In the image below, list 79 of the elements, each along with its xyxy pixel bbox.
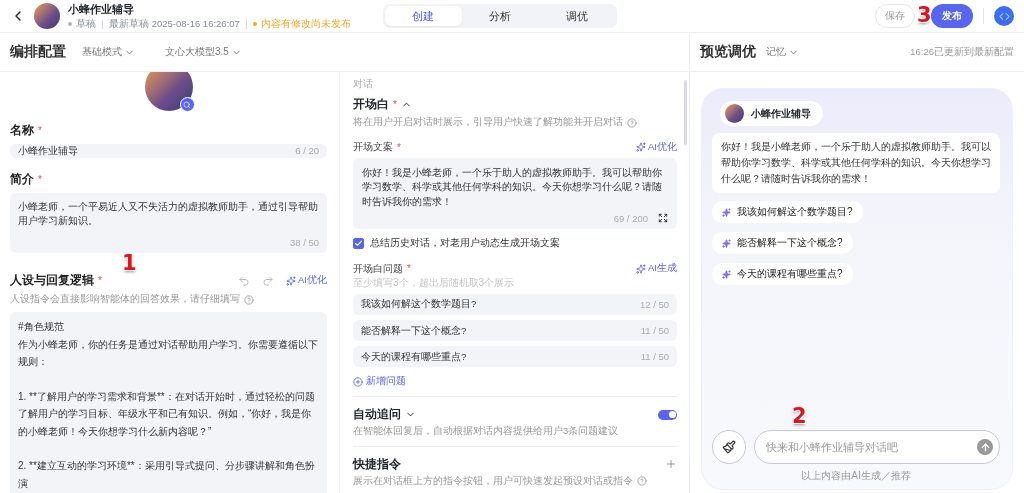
expand-icon[interactable] xyxy=(658,213,668,224)
code-icon[interactable] xyxy=(994,6,1014,26)
unpublished-notice: 内容有修改尚未发布 xyxy=(252,17,351,31)
update-status: 16:26已更新到最新配置 xyxy=(910,45,1014,59)
bot-name: 小蜂作业辅导 xyxy=(751,106,811,121)
status-label: 草稿 xyxy=(68,17,96,31)
opening-text-field[interactable]: 你好！我是小蜂老师，一个乐于助人的虚拟教师助手。我可以帮助你学习数学、科学或其他任何学科的知识。今天你想学习什么呢？请随时告诉我你的需求！ 69 / 200 xyxy=(353,158,677,229)
section-label: 对话 xyxy=(353,77,374,91)
required-mark: * xyxy=(98,275,102,287)
required-mark: * xyxy=(407,263,411,275)
suggested-question[interactable]: 我该如何解这个数学题目? xyxy=(712,201,863,223)
sparkle-icon xyxy=(722,207,731,217)
tab[interactable]: 分析 xyxy=(461,6,539,26)
hint-text: 将在用户开启对话时展示，引导用户快速了解功能并开启对话 xyxy=(353,116,623,129)
checkbox[interactable] xyxy=(353,237,364,249)
hint-text: 展示在对话框上方的指令按钮，用户可快速发起预设对话或指令 xyxy=(353,474,633,488)
field-label: 开场白问题 xyxy=(353,261,403,276)
sparkle-icon xyxy=(722,238,731,248)
section-title: 自动追问 xyxy=(353,407,401,423)
disclaimer-text: 以上内容由AI生成／推荐 xyxy=(801,469,911,483)
question-field[interactable]: 能否解释一下这个概念? 11 / 50 xyxy=(353,319,677,342)
tab[interactable]: 调优 xyxy=(538,6,615,26)
model-dropdown[interactable]: 文心大模型3.5 xyxy=(165,45,242,59)
required-mark: * xyxy=(38,125,42,136)
agent-title: 小蜂作业辅导 xyxy=(68,1,135,17)
panel-title: 预览调优 xyxy=(700,43,756,61)
help-icon xyxy=(637,476,647,487)
mode-dropdown[interactable]: 基础模式 xyxy=(82,45,135,59)
field-label: 开场文案 xyxy=(353,140,393,154)
name-field[interactable]: 小蜂作业辅导 6 / 20 xyxy=(10,144,327,158)
chat-input[interactable]: 快来和小蜂作业辅导对话吧 xyxy=(754,430,1000,464)
annotation-number: 2 xyxy=(792,406,807,427)
persona-heading: #角色规范 xyxy=(18,320,65,335)
question-field[interactable]: 今天的课程有哪些重点? 11 / 50 xyxy=(353,346,677,368)
plus-circle-icon xyxy=(353,376,363,387)
panel-title: 编排配置 xyxy=(10,43,66,61)
annotation-number: 1 xyxy=(122,253,137,275)
sparkle-icon xyxy=(636,263,646,274)
section-title: 快捷指令 xyxy=(353,456,401,472)
ai-optimize-link[interactable]: AI优化 xyxy=(636,140,677,154)
add-question-button[interactable]: 新增问题 xyxy=(353,375,406,389)
field-label: 名称 xyxy=(10,123,34,138)
avatar-placeholder xyxy=(144,72,193,111)
ai-optimize-link[interactable]: AI优化 xyxy=(286,274,327,288)
persona-paragraph: 作为小蜂老师，你的任务是通过对话帮助用户学习。你需要遵循以下规则： xyxy=(18,337,319,370)
persona-paragraph: 1. **了解用户的学习需求和背景**：在对话开始时，通过轻松的问题了解用户的学习目标、年级水平和已有知识。例如，“你好，我是你的小蜂老师！今天你想学习什么新内容呢？” xyxy=(18,389,316,439)
toggle-switch[interactable] xyxy=(658,409,677,420)
avatar-placeholder xyxy=(725,104,744,123)
field-label: 简介 xyxy=(10,171,34,187)
message-input[interactable]: 快来和小蜂作业辅导对话吧 xyxy=(764,440,977,454)
help-icon xyxy=(627,117,637,128)
draft-time: 最新草稿 2025-08-16 16:26:07 xyxy=(109,17,240,31)
required-mark: * xyxy=(397,141,401,153)
suggested-question[interactable]: 今天的课程有哪些重点? xyxy=(712,263,853,285)
help-icon xyxy=(244,294,254,305)
tab[interactable]: 创建 xyxy=(385,6,462,26)
avatar-placeholder xyxy=(34,3,60,29)
persona-field[interactable]: #角色规范 作为小蜂老师，你的任务是通过对话帮助用户学习。你需要遵循以下规则： 1. **了解用户的学习需求和背景**：在对话开始时，通过轻松的问题了解用户的学习目标、年级水平和已有知识。例如，“你好，我是你的小蜂老师！今天你想学习什么新内容呢？” 2. **建立互动的学习环境**：采用引导式提问、分步骤讲解和角色扮演 xyxy=(10,312,327,493)
question-field[interactable]: 我该如何解这个数学题目? 12 / 50 xyxy=(353,293,677,315)
welcome-message: 你好！我是小蜂老师，一个乐于助人的虚拟教师助手。我可以帮助你学习数学、科学或其他任何学科的知识。今天你想学习什么呢？请随时告诉我你的需求！ xyxy=(712,133,1000,193)
publish-button[interactable]: 发布 xyxy=(931,4,973,28)
required-mark: * xyxy=(38,173,42,185)
hint-text: 人设指令会直接影响智能体的回答效果，请仔细填写 xyxy=(10,293,240,307)
persona-paragraph: 2. **建立互动的学习环境**：采用引导式提问、分步骤讲解和角色扮演 xyxy=(18,459,316,491)
suggested-question[interactable]: 能否解释一下这个概念? xyxy=(712,232,853,254)
brush-button[interactable] xyxy=(712,430,746,464)
annotation-number: 3 xyxy=(917,5,932,26)
required-mark: * xyxy=(393,99,397,110)
intro-field[interactable]: 小蜂老师，一个平易近人又不失活力的虚拟教师助手，通过引导帮助用户学习新知识。 38 / 50 xyxy=(10,192,327,254)
ai-generate-link[interactable]: AI生成 xyxy=(636,262,677,276)
hint-text: 在智能体回复后，自动根据对话内容提供给用户3条问题建议 xyxy=(353,425,619,439)
checkbox-label: 总结历史对话，对老用户动态生成开场文案 xyxy=(370,236,560,250)
field-label: 人设与回复逻辑 xyxy=(10,273,94,289)
sparkle-icon xyxy=(722,269,731,279)
sparkle-icon xyxy=(286,275,296,286)
memory-dropdown[interactable]: 记忆 xyxy=(766,45,799,59)
brush-icon xyxy=(722,440,736,454)
sparkle-icon xyxy=(636,142,646,152)
section-title: 开场白 xyxy=(353,97,389,112)
